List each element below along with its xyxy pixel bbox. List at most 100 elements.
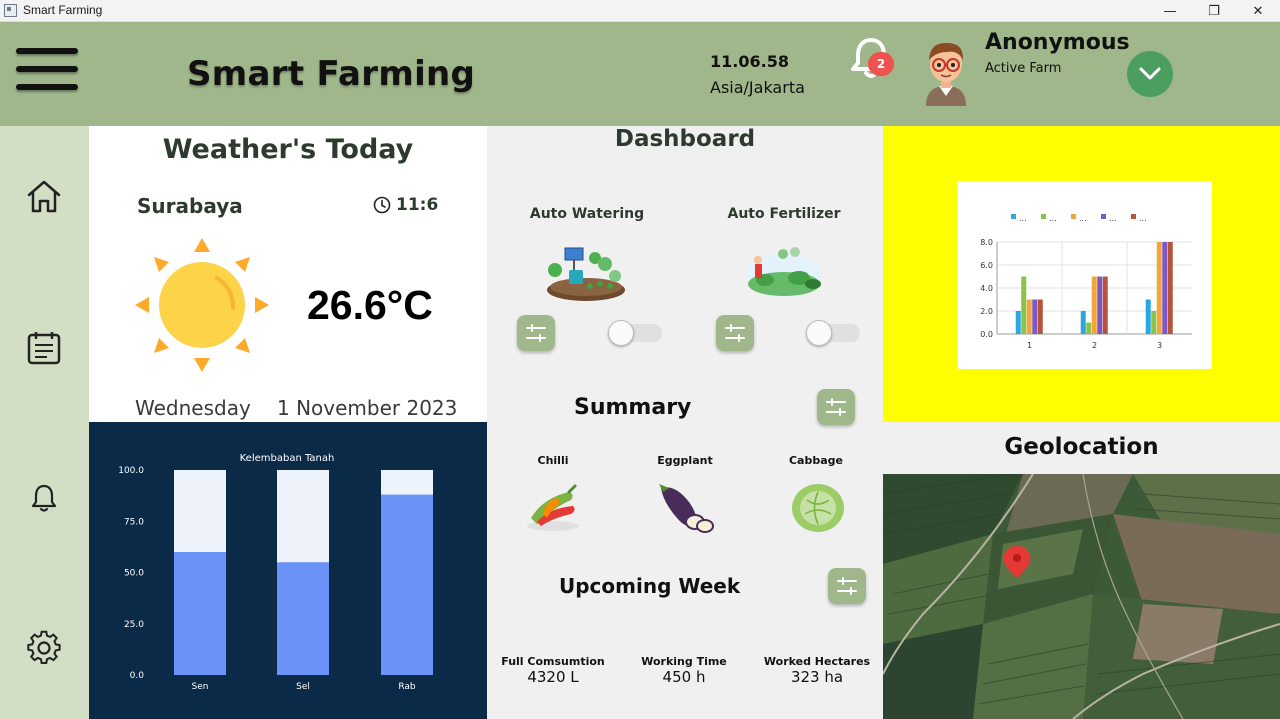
minimize-button[interactable]: — bbox=[1148, 0, 1192, 22]
bar bbox=[1162, 242, 1168, 334]
eggplant-image bbox=[659, 484, 714, 533]
y-tick-label: 100.0 bbox=[118, 466, 144, 476]
stat-value-working-time: 450 h bbox=[662, 668, 706, 686]
legend-label: ... bbox=[1139, 214, 1147, 223]
auto-watering-label: Auto Watering bbox=[529, 206, 645, 222]
bar bbox=[1151, 311, 1157, 334]
x-tick-label: Rab bbox=[398, 682, 416, 692]
summary-chart-panel: ............... 0.0 2.0 4.0 6.0 8.0 1 2 3 bbox=[883, 126, 1280, 422]
sliders-icon bbox=[725, 324, 745, 342]
soil-moisture-svg: Kelembaban Tanah 0.0 25.0 50.0 75.0 100.0 Sen… bbox=[118, 453, 433, 692]
temperature-value: 26.6°C bbox=[307, 282, 433, 328]
fertilizer-settings-button[interactable] bbox=[716, 315, 754, 351]
stat-value-hectares: 323 ha bbox=[790, 668, 844, 686]
y-tick-label: 50.0 bbox=[124, 569, 144, 579]
sidebar bbox=[0, 126, 89, 719]
app-icon bbox=[4, 4, 17, 17]
bar bbox=[277, 562, 329, 675]
menu-icon[interactable] bbox=[16, 46, 78, 96]
y-tick-label: 0.0 bbox=[130, 671, 145, 681]
watering-settings-button[interactable] bbox=[517, 315, 555, 351]
legend-label: ... bbox=[1109, 214, 1117, 223]
upcoming-settings-button[interactable] bbox=[828, 568, 866, 604]
user-name: Anonymous bbox=[985, 30, 1130, 55]
bar bbox=[1080, 311, 1086, 334]
y-tick-label: 2.0 bbox=[980, 307, 993, 316]
summary-chart-card: ............... 0.0 2.0 4.0 6.0 8.0 1 2 3 bbox=[957, 181, 1212, 369]
sliders-icon bbox=[837, 577, 857, 595]
bar bbox=[1015, 311, 1021, 334]
weather-day: Wednesday bbox=[135, 396, 251, 420]
legend-label: ... bbox=[1049, 214, 1057, 223]
bar bbox=[1032, 299, 1038, 334]
geolocation-title: Geolocation bbox=[1004, 434, 1159, 460]
cabbage-image bbox=[792, 484, 844, 532]
sliders-icon bbox=[526, 324, 546, 342]
stat-label-hectares: Worked Hectares bbox=[763, 655, 871, 668]
clock-time: 11.06.58 bbox=[710, 52, 789, 71]
sidebar-item-home[interactable] bbox=[24, 176, 64, 216]
sliders-icon bbox=[826, 398, 846, 416]
x-tick-label: 1 bbox=[1027, 341, 1032, 350]
auto-fertilizer-label: Auto Fertilizer bbox=[727, 206, 841, 222]
bar bbox=[1167, 242, 1173, 334]
sidebar-item-schedule[interactable] bbox=[24, 328, 64, 368]
geolocation-map[interactable] bbox=[883, 474, 1280, 719]
sun-icon bbox=[135, 238, 269, 372]
y-tick-label: 6.0 bbox=[980, 261, 993, 270]
user-status: Active Farm bbox=[985, 61, 1062, 76]
legend-swatch bbox=[1011, 214, 1016, 219]
y-tick-label: 75.0 bbox=[124, 517, 144, 527]
legend-swatch bbox=[1131, 214, 1136, 219]
summary-settings-button[interactable] bbox=[817, 389, 855, 425]
bar bbox=[1091, 276, 1097, 334]
dashboard-panel: Dashboard Auto Watering Auto Fertilizer bbox=[487, 126, 883, 719]
auto-watering-toggle[interactable] bbox=[608, 320, 662, 346]
bar bbox=[1037, 299, 1043, 334]
weather-date: 1 November 2023 bbox=[277, 396, 458, 420]
clock-icon bbox=[373, 196, 391, 214]
legend-swatch bbox=[1071, 214, 1076, 219]
app-title: Smart Farming bbox=[187, 54, 476, 94]
bar bbox=[1097, 276, 1103, 334]
bar bbox=[1145, 299, 1151, 334]
x-tick-label: 3 bbox=[1157, 341, 1162, 350]
chevron-down-icon bbox=[1139, 67, 1161, 80]
satellite-map bbox=[883, 474, 1280, 719]
bar bbox=[1021, 276, 1027, 334]
summary-title: Summary bbox=[574, 395, 692, 420]
dashboard-title: Dashboard bbox=[614, 126, 756, 152]
auto-watering-image bbox=[547, 247, 625, 301]
auto-fertilizer-image bbox=[746, 247, 822, 298]
user-menu-button[interactable] bbox=[1127, 51, 1173, 97]
bar bbox=[1086, 322, 1092, 334]
weather-city: Surabaya bbox=[137, 194, 243, 218]
vegetable-label-cabbage: Cabbage bbox=[788, 454, 843, 467]
bar bbox=[1102, 276, 1108, 334]
legend-label: ... bbox=[1019, 214, 1027, 223]
window-title: Smart Farming bbox=[23, 3, 103, 17]
soil-moisture-chart: Kelembaban Tanah 0.0 25.0 50.0 75.0 100.0 Sen… bbox=[89, 422, 487, 719]
stat-label-consumption: Full Comsumtion bbox=[501, 655, 605, 668]
upcoming-week-title: Upcoming Week bbox=[559, 574, 741, 598]
vegetable-label-eggplant: Eggplant bbox=[657, 454, 713, 467]
close-button[interactable]: ✕ bbox=[1236, 0, 1280, 22]
stat-value-consumption: 4320 L bbox=[527, 668, 579, 686]
avatar[interactable] bbox=[920, 40, 972, 106]
maximize-button[interactable]: ❐ bbox=[1192, 0, 1236, 22]
x-tick-label: Sel bbox=[296, 682, 310, 692]
sidebar-item-settings[interactable] bbox=[24, 628, 64, 668]
bar bbox=[1156, 242, 1162, 334]
y-tick-label: 8.0 bbox=[980, 238, 993, 247]
auto-fertilizer-toggle[interactable] bbox=[806, 320, 860, 346]
vegetable-label-chilli: Chilli bbox=[537, 454, 569, 467]
x-tick-label: 2 bbox=[1092, 341, 1097, 350]
geolocation-header: Geolocation bbox=[883, 422, 1280, 474]
chilli-image bbox=[527, 484, 579, 531]
weather-time: 11:6 bbox=[396, 195, 439, 215]
home-icon bbox=[27, 180, 61, 213]
summary-bar-chart: ............ ... 0.0 2.0 4.0 6.0 8.0 1 2 3 bbox=[980, 214, 1192, 350]
gear-icon bbox=[27, 630, 61, 665]
notification-badge: 2 bbox=[868, 52, 894, 76]
sidebar-item-notifications[interactable] bbox=[24, 478, 64, 518]
